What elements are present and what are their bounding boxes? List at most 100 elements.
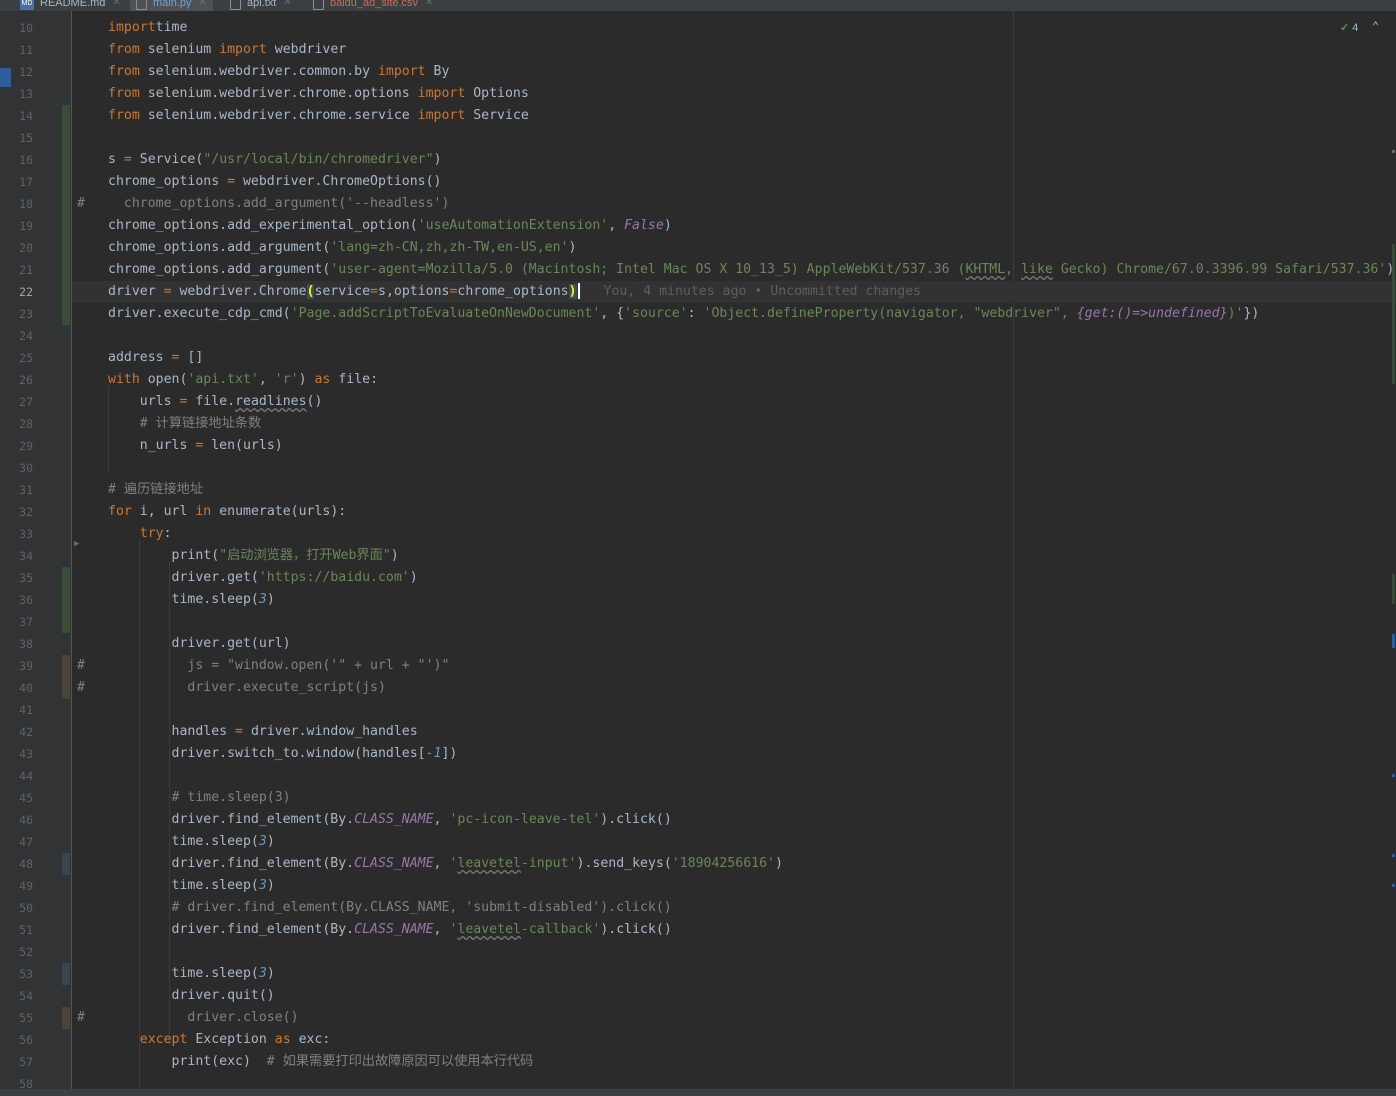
code-line[interactable]: # driver.close()	[72, 1007, 1396, 1029]
status-bar	[0, 1089, 1396, 1096]
code-text: address = []	[108, 347, 203, 369]
code-line[interactable]: driver.find_element(By.CLASS_NAME, 'pc-i…	[72, 809, 1396, 831]
line-number: 36	[19, 593, 33, 607]
code-line[interactable]: chrome_options.add_argument('user-agent=…	[72, 259, 1396, 281]
line-number: 53	[19, 967, 33, 981]
code-line[interactable]: # 遍历链接地址	[72, 479, 1396, 501]
code-line[interactable]: driver.find_element(By.CLASS_NAME, 'leav…	[72, 919, 1396, 941]
code-line[interactable]: # 计算链接地址条数	[72, 413, 1396, 435]
code-line[interactable]: # driver.execute_script(js)	[72, 677, 1396, 699]
vcs-change-marker[interactable]	[62, 1007, 70, 1029]
code-token: driver.find_element(By.	[108, 922, 355, 937]
code-line[interactable]: time.sleep(3)	[72, 963, 1396, 985]
code-line[interactable]: driver.execute_cdp_cmd('Page.addScriptTo…	[72, 303, 1396, 325]
code-line[interactable]: driver.get(url)	[72, 633, 1396, 655]
tab-baidu-ad-site-csv[interactable]: baidu_ad_site.csv ✕	[313, 0, 433, 11]
inspection-status[interactable]: ✓ 4	[1340, 21, 1358, 34]
scrollbar-marker[interactable]	[1392, 150, 1395, 153]
code-token: webdriver.ChromeOptions()	[235, 174, 442, 189]
code-line[interactable]: chrome_options.add_argument('lang=zh-CN,…	[72, 237, 1396, 259]
code-line[interactable]: handles = driver.window_handles	[72, 721, 1396, 743]
code-line[interactable]: from selenium.webdriver.chrome.service i…	[72, 105, 1396, 127]
code-line[interactable]	[72, 127, 1396, 149]
code-token: exc:	[290, 1032, 331, 1047]
code-line[interactable]: from selenium import webdriver	[72, 39, 1396, 61]
scrollbar-marker[interactable]	[1392, 884, 1395, 887]
code-editor[interactable]: importtime from selenium import webdriver…	[72, 11, 1396, 1091]
code-token: enumerate(urls):	[211, 504, 347, 519]
code-line[interactable]: time.sleep(3)	[72, 831, 1396, 853]
code-line[interactable]: print("启动浏览器，打开Web界面")	[72, 545, 1396, 567]
code-line[interactable]: chrome_options = webdriver.ChromeOptions…	[72, 171, 1396, 193]
code-line[interactable]	[72, 325, 1396, 347]
code-line[interactable]: # js = "window.open('" + url + "')"	[72, 655, 1396, 677]
code-line[interactable]: try:	[72, 523, 1396, 545]
code-token: {get:()=>undefined}	[1076, 306, 1228, 321]
code-token: ,	[608, 218, 625, 233]
code-text: time.sleep(3)	[108, 963, 275, 985]
vcs-change-marker[interactable]	[62, 105, 70, 325]
tab-readme[interactable]: MD README.md ✕	[20, 0, 121, 11]
code-token: Gecko) Chrome/67.0.3396.99 Safari/537.36…	[1052, 262, 1387, 277]
code-token: )	[266, 966, 275, 981]
code-line[interactable]: # time.sleep(3)	[72, 787, 1396, 809]
code-line[interactable]: urls = file.readlines()	[72, 391, 1396, 413]
code-text: driver.execute_script(js)	[108, 677, 386, 699]
code-line[interactable]: for i, url in enumerate(urls):	[72, 501, 1396, 523]
scrollbar-marker[interactable]	[1392, 634, 1395, 648]
tool-window-marker[interactable]	[0, 68, 11, 87]
code-line[interactable]: s = Service("/usr/local/bin/chromedriver…	[72, 149, 1396, 171]
code-line[interactable]: # driver.find_element(By.CLASS_NAME, 'su…	[72, 897, 1396, 919]
code-token: driver.switch_to.window(handles[	[108, 746, 426, 761]
line-number: 27	[19, 395, 33, 409]
code-text: time.sleep(3)	[108, 875, 275, 897]
close-icon[interactable]: ✕	[425, 0, 433, 8]
scrollbar-marker[interactable]	[1392, 854, 1395, 857]
close-icon[interactable]: ✕	[283, 0, 291, 8]
code-line[interactable]	[72, 611, 1396, 633]
code-line[interactable]	[72, 699, 1396, 721]
line-number: 17	[19, 175, 33, 189]
code-line[interactable]	[72, 457, 1396, 479]
code-line[interactable]: driver = webdriver.Chrome(service=s,opti…	[72, 281, 1396, 303]
close-icon[interactable]: ✕	[112, 0, 120, 8]
scrollbar-marker[interactable]	[1392, 574, 1395, 604]
code-token: =	[370, 284, 378, 299]
vcs-change-marker[interactable]	[62, 853, 70, 875]
scrollbar-marker[interactable]	[1392, 244, 1395, 384]
line-number: 44	[19, 769, 33, 783]
code-line[interactable]: driver.find_element(By.CLASS_NAME, 'leav…	[72, 853, 1396, 875]
vcs-change-marker[interactable]	[62, 567, 70, 633]
code-line[interactable]: importtime	[72, 17, 1396, 39]
code-line[interactable]: print(exc) # 如果需要打印出故障原因可以使用本行代码	[72, 1051, 1396, 1073]
code-line[interactable]: time.sleep(3)	[72, 589, 1396, 611]
close-icon[interactable]: ✕	[199, 0, 207, 8]
scrollbar-marker[interactable]	[1392, 774, 1395, 777]
code-token: chrome_options	[108, 174, 228, 189]
line-number: 57	[19, 1055, 33, 1069]
code-token: 'Page.addScriptToEvaluateOnNewDocument'	[290, 306, 601, 321]
code-line[interactable]: driver.quit()	[72, 985, 1396, 1007]
code-token: # 如果需要打印出故障原因可以使用本行代码	[266, 1054, 534, 1069]
code-line[interactable]	[72, 941, 1396, 963]
code-line[interactable]: address = []	[72, 347, 1396, 369]
tab-main-py[interactable]: main.py ✕	[130, 0, 213, 11]
code-line[interactable]: with open('api.txt', 'r') as file:	[72, 369, 1396, 391]
code-line[interactable]: from selenium.webdriver.common.by import…	[72, 61, 1396, 83]
code-line[interactable]: except Exception as exc:	[72, 1029, 1396, 1051]
code-line[interactable]: # chrome_options.add_argument('--headles…	[72, 193, 1396, 215]
tab-api-txt[interactable]: api.txt ✕	[230, 0, 292, 11]
code-line[interactable]: time.sleep(3)	[72, 875, 1396, 897]
code-line[interactable]	[72, 765, 1396, 787]
code-line[interactable]: chrome_options.add_experimental_option('…	[72, 215, 1396, 237]
code-line[interactable]: n_urls = len(urls)	[72, 435, 1396, 457]
vcs-change-marker[interactable]	[62, 963, 70, 985]
code-line[interactable]: driver.get('https://baidu.com')	[72, 567, 1396, 589]
line-number: 11	[19, 43, 33, 57]
line-number-gutter[interactable]: 10 11 12 13 14 15 16 17 18 19 20 21 22 23 24 25 26 27 28 29…	[13, 11, 79, 1091]
vcs-change-marker[interactable]	[62, 655, 70, 699]
chevron-up-icon[interactable]: ⌃	[1372, 19, 1379, 33]
line-number: 29	[19, 439, 33, 453]
code-line[interactable]: driver.switch_to.window(handles[-1])	[72, 743, 1396, 765]
code-line[interactable]: from selenium.webdriver.chrome.options i…	[72, 83, 1396, 105]
